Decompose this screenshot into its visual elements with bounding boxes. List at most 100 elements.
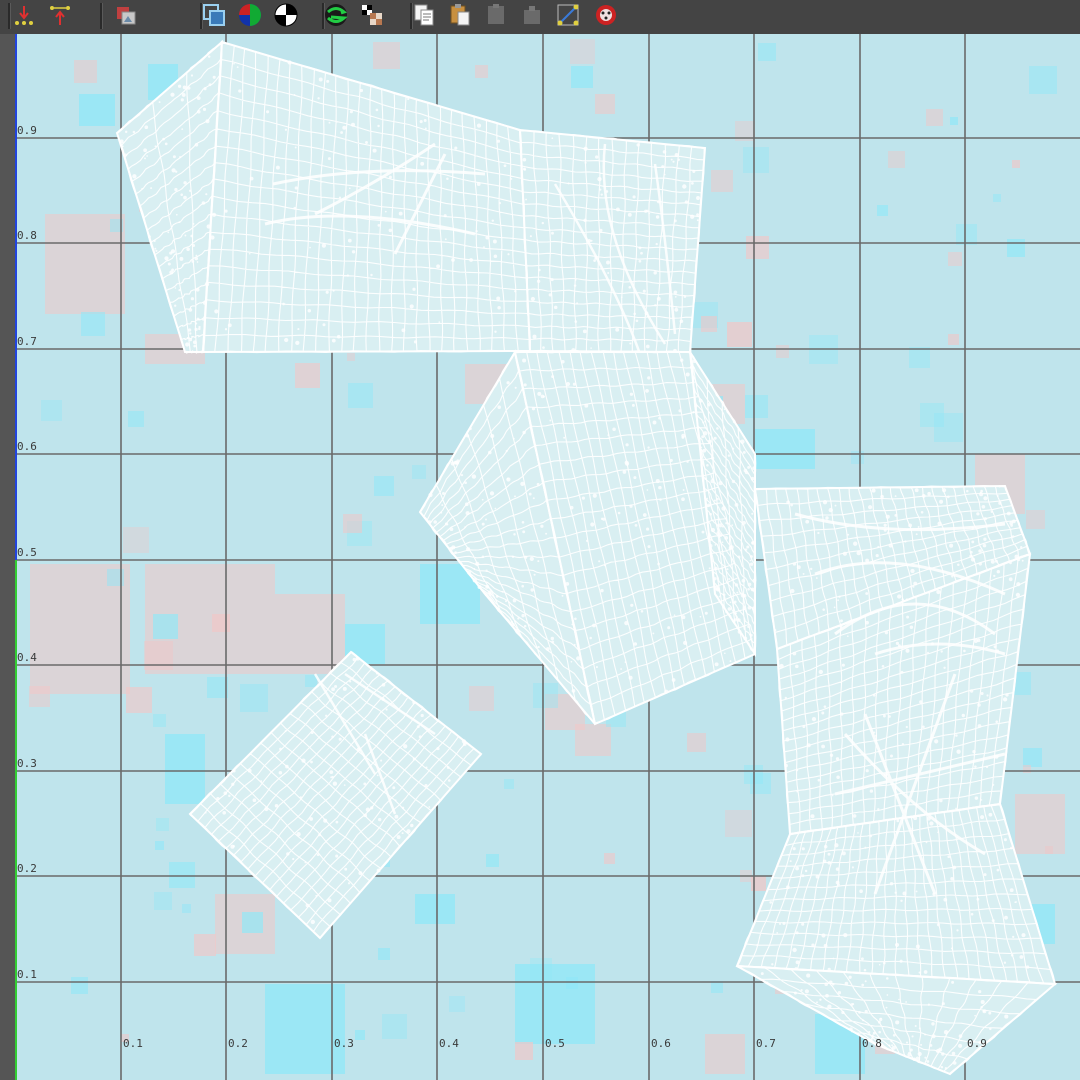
uv-speckle bbox=[648, 212, 651, 215]
uv-speckle bbox=[227, 323, 232, 328]
uv-speckle bbox=[550, 278, 554, 282]
shaded-uv-icon bbox=[203, 4, 225, 26]
uv-speckle bbox=[936, 589, 941, 595]
uv-speckle bbox=[871, 488, 876, 493]
uv-speckle bbox=[822, 859, 827, 864]
uv-speckle bbox=[809, 567, 813, 571]
uv-texture-viewport[interactable] bbox=[15, 34, 1080, 1080]
uv-speckle bbox=[896, 819, 900, 823]
uv-speckle bbox=[310, 760, 313, 764]
uv-speckle bbox=[615, 327, 620, 332]
u-coordinate-label: 0.9 bbox=[967, 1037, 987, 1050]
uv-speckle bbox=[525, 198, 528, 201]
uv-speckle bbox=[885, 1006, 888, 1009]
stretch-patch bbox=[154, 892, 172, 910]
cycle-uvs-button[interactable] bbox=[554, 1, 582, 29]
stretch-patch bbox=[242, 912, 263, 933]
uv-speckle bbox=[485, 584, 490, 589]
uv-speckle bbox=[699, 615, 702, 618]
uv-speckle bbox=[921, 493, 926, 498]
uv-speckle bbox=[349, 110, 353, 114]
rgb-channels-button[interactable] bbox=[236, 1, 264, 29]
uv-shell-center[interactable] bbox=[418, 349, 757, 726]
v-coordinate-label: 0.9 bbox=[17, 124, 37, 137]
uv-speckle bbox=[841, 1010, 845, 1015]
uv-speckle bbox=[877, 545, 880, 549]
uv-speckle bbox=[532, 497, 535, 500]
copy-uvs-button[interactable] bbox=[410, 1, 438, 29]
uv-shell-top[interactable] bbox=[115, 39, 707, 355]
uv-speckle bbox=[886, 994, 889, 996]
uv-speckle bbox=[1016, 557, 1021, 562]
uv-speckle bbox=[978, 562, 982, 566]
checker-map-button[interactable] bbox=[358, 1, 386, 29]
uv-speckle bbox=[790, 588, 795, 594]
uv-speckle bbox=[573, 284, 577, 287]
uv-speckle bbox=[514, 386, 517, 389]
uv-speckle bbox=[503, 164, 507, 168]
shaded-uv-button[interactable] bbox=[200, 1, 228, 29]
uv-speckle bbox=[714, 662, 719, 667]
uv-speckle bbox=[920, 510, 924, 514]
uv-speckle bbox=[819, 998, 822, 1001]
uv-speckle bbox=[377, 224, 381, 227]
uv-speckle bbox=[741, 578, 746, 583]
uv-speckle bbox=[412, 287, 416, 291]
uv-speckle bbox=[779, 663, 784, 669]
uv-speckle bbox=[877, 1020, 881, 1024]
uv-speckle bbox=[769, 901, 773, 904]
uv-speckle bbox=[489, 491, 495, 496]
uv-speckle bbox=[821, 711, 825, 715]
stretch-patch bbox=[275, 594, 345, 674]
uv-speckle bbox=[704, 477, 707, 480]
stretch-patch bbox=[305, 675, 317, 687]
paste-v-button[interactable] bbox=[518, 1, 546, 29]
paste-uvs-button[interactable] bbox=[446, 1, 474, 29]
uv-speckle bbox=[894, 514, 898, 517]
uv-speckle bbox=[380, 759, 383, 762]
checker-display-button[interactable] bbox=[272, 1, 300, 29]
uv-speckle bbox=[897, 594, 902, 599]
image-display-button[interactable] bbox=[112, 1, 140, 29]
uv-speckle bbox=[674, 307, 679, 312]
move-down-button[interactable] bbox=[10, 1, 38, 29]
checker-map-icon bbox=[362, 5, 382, 25]
uv-speckle bbox=[476, 182, 481, 187]
uv-speckle bbox=[462, 742, 467, 746]
uv-speckle bbox=[513, 533, 516, 536]
uv-speckle bbox=[743, 636, 748, 641]
uv-snapshot-button[interactable] bbox=[592, 1, 620, 29]
uv-speckle bbox=[189, 338, 193, 342]
uv-speckle bbox=[846, 635, 849, 638]
uv-speckle bbox=[818, 669, 823, 675]
uv-shell-right[interactable] bbox=[735, 484, 1058, 1076]
move-up-button[interactable] bbox=[46, 1, 74, 29]
uv-speckle bbox=[784, 696, 787, 700]
uv-speckle bbox=[507, 253, 510, 256]
uv-speckle bbox=[982, 543, 987, 548]
stretch-patch bbox=[948, 334, 959, 345]
uv-speckle bbox=[183, 195, 187, 200]
uv-speckle bbox=[590, 347, 592, 349]
uv-speckle bbox=[910, 568, 915, 574]
uv-speckle bbox=[441, 491, 446, 496]
uv-distortion-button[interactable] bbox=[322, 1, 350, 29]
uv-speckle bbox=[190, 297, 195, 301]
uv-speckle bbox=[524, 555, 528, 559]
uv-speckle bbox=[167, 231, 170, 234]
uv-speckle bbox=[1003, 961, 1007, 964]
uv-speckle bbox=[358, 871, 363, 876]
uv-speckle bbox=[141, 187, 143, 190]
paste-u-button[interactable] bbox=[482, 1, 510, 29]
uv-speckle bbox=[766, 981, 769, 984]
uv-speckle bbox=[488, 592, 492, 596]
uv-speckle bbox=[951, 980, 955, 984]
uv-speckle bbox=[991, 919, 995, 923]
uv-speckle bbox=[834, 504, 837, 507]
uv-canvas[interactable] bbox=[15, 34, 1080, 1080]
uv-speckle bbox=[301, 758, 306, 763]
uv-speckle bbox=[940, 650, 943, 653]
uv-speckle bbox=[576, 656, 581, 661]
uv-speckle bbox=[936, 923, 940, 927]
uv-speckle bbox=[974, 796, 979, 800]
